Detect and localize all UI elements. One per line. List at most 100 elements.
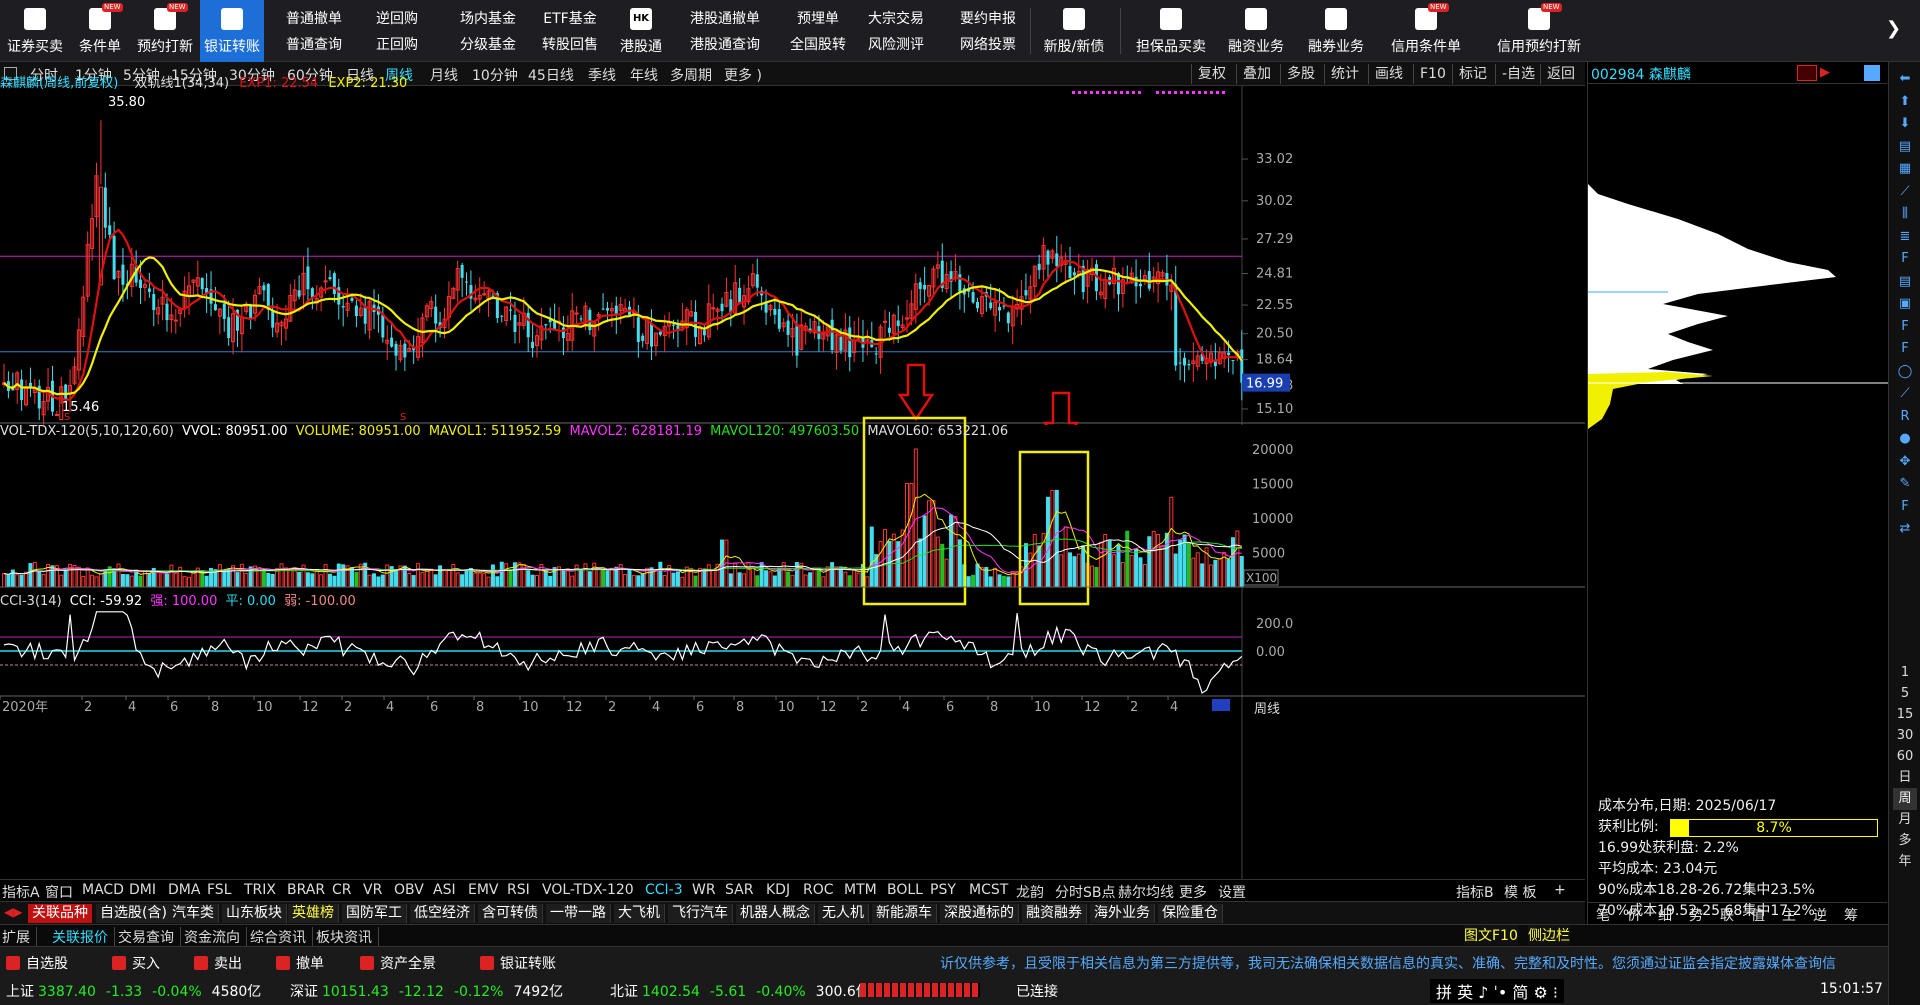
toolbar-link[interactable]: 港股通查询 xyxy=(670,32,780,58)
forward-icon[interactable]: ⬆ xyxy=(1893,91,1917,113)
side-period-button[interactable]: 年 xyxy=(1893,851,1917,873)
block-tab[interactable]: 国防军工 xyxy=(342,904,407,923)
bank-transfer-button[interactable]: 银证转账 xyxy=(200,0,264,62)
function-tab[interactable]: 资金流向 xyxy=(184,927,247,947)
indicator-tab[interactable]: CR xyxy=(332,882,352,898)
status-action[interactable]: 撤单 xyxy=(276,953,324,973)
block-tab[interactable]: 深股通标的 xyxy=(940,904,1019,923)
indicator-tab[interactable]: BOLL xyxy=(887,882,923,898)
side-period-button[interactable]: 5 xyxy=(1893,683,1917,705)
status-action[interactable]: 买入 xyxy=(112,953,160,973)
collateral-button[interactable]: 担保品买卖 xyxy=(1128,0,1214,62)
clip-icon[interactable]: ▣ xyxy=(1893,293,1917,315)
layout-icon[interactable] xyxy=(1864,65,1880,81)
side-period-button[interactable]: 60 xyxy=(1893,746,1917,768)
list-icon[interactable]: ≣ xyxy=(1893,226,1917,248)
scroll-left-icon[interactable]: ◀▶ xyxy=(4,905,22,919)
toolbar-link[interactable]: 港股通撤单 xyxy=(670,6,780,32)
toolbar-link[interactable]: 逆回购 xyxy=(362,6,432,32)
chart-tool-button[interactable]: 复权 xyxy=(1191,64,1232,84)
chart-tool-button[interactable]: F10 xyxy=(1413,64,1452,84)
side-period-button[interactable]: 30 xyxy=(1893,725,1917,747)
toolbar-link[interactable]: 分级基金 xyxy=(448,32,528,58)
toolbar-link[interactable]: 场内基金 xyxy=(448,6,528,32)
chart-tool-button[interactable]: 多股 xyxy=(1280,64,1321,84)
table-icon[interactable]: ▦ xyxy=(1893,158,1917,180)
function-tab[interactable]: 板块资讯 xyxy=(316,927,379,947)
indicator-tab[interactable]: MCST xyxy=(969,882,1008,898)
indicator-tab[interactable]: 窗口 xyxy=(45,882,73,902)
indicator-tab[interactable]: 赫尔均线 xyxy=(1118,882,1174,902)
right-panel-tab[interactable]: 笔 xyxy=(1596,905,1610,925)
credit-condition-button[interactable]: NEW 信用条件单 xyxy=(1382,0,1470,62)
indicator-tab[interactable]: FSL xyxy=(207,882,232,898)
side-period-button[interactable]: 日 xyxy=(1893,767,1917,789)
right-panel-tab[interactable]: 势 xyxy=(1689,905,1703,925)
chart-tool-button[interactable]: -自选 xyxy=(1495,64,1541,84)
right-panel-tab[interactable]: 细 xyxy=(1658,905,1672,925)
indicator-right-button[interactable]: 指标B xyxy=(1456,882,1494,902)
block-tab[interactable]: 含可转债 xyxy=(478,904,543,923)
chart-tool-button[interactable]: 返回 xyxy=(1540,64,1581,84)
block-tab[interactable]: 大飞机 xyxy=(614,904,665,923)
refresh-icon[interactable]: ▤ xyxy=(1893,136,1917,158)
block-tab[interactable]: 一带一路 xyxy=(546,904,611,923)
bell-icon[interactable]: ● xyxy=(1893,428,1917,450)
toolbar-link[interactable]: 网络投票 xyxy=(948,32,1028,58)
indicator-tab[interactable]: MACD xyxy=(82,882,124,898)
line-chart-icon[interactable]: ⟋ xyxy=(1893,181,1917,203)
right-panel-tab[interactable]: 值 xyxy=(1751,905,1765,925)
toolbar-link[interactable]: 大宗交易 xyxy=(856,6,936,32)
toolbar-link[interactable]: 全国股转 xyxy=(782,32,854,58)
toolbar-link[interactable]: ETF基金 xyxy=(535,6,605,32)
bar-chart-icon[interactable]: ⫼ xyxy=(1893,203,1917,225)
margin-financing-button[interactable]: 融资业务 xyxy=(1218,0,1294,62)
period-tab[interactable]: 月线 xyxy=(430,65,458,85)
move-icon[interactable]: ✥ xyxy=(1893,451,1917,473)
right-panel-tab[interactable]: 主 xyxy=(1782,905,1796,925)
block-tab[interactable]: 无人机 xyxy=(818,904,869,923)
indicator-tab[interactable]: RSI xyxy=(507,882,530,898)
period-tab[interactable]: 年线 xyxy=(630,65,658,85)
news-icon[interactable]: ▤ xyxy=(1893,271,1917,293)
search-icon[interactable]: ◯ xyxy=(1893,361,1917,383)
ime-toolbar[interactable]: 拼 英 ♪ ˈ• 简 ⚙ ⁝ xyxy=(1430,979,1564,1003)
indicator-tab[interactable]: 分时SB点 xyxy=(1055,882,1116,902)
side-period-button[interactable]: 15 xyxy=(1893,704,1917,726)
function-tab[interactable]: 交易查询 xyxy=(118,927,181,947)
block-tab[interactable]: 飞行汽车 xyxy=(668,904,733,923)
chart-tool-button[interactable]: 画线 xyxy=(1368,64,1409,84)
condition-order-button[interactable]: NEW 条件单 xyxy=(70,0,130,62)
block-tab[interactable]: 山东板块 xyxy=(222,904,287,923)
indicator-tab[interactable]: EMV xyxy=(468,882,499,898)
tuwen-f10-button[interactable]: 图文F10 xyxy=(1464,925,1518,945)
toolbar-link[interactable]: 预埋单 xyxy=(782,6,854,32)
block-tab[interactable]: 汽车类 xyxy=(168,904,219,923)
f5-icon[interactable]: F xyxy=(1893,496,1917,518)
toolbar-link[interactable]: 转股回售 xyxy=(535,32,605,58)
block-tab[interactable]: 低空经济 xyxy=(410,904,475,923)
pen-icon[interactable]: ✎ xyxy=(1893,473,1917,495)
status-action[interactable]: 银证转账 xyxy=(480,953,556,973)
block-tab[interactable]: 新能源车 xyxy=(872,904,937,923)
right-panel-tab[interactable]: 价 xyxy=(1627,905,1641,925)
block-tab[interactable]: 自选股(含) xyxy=(96,904,172,923)
chart-icon[interactable]: ⟋ xyxy=(1893,383,1917,405)
indicator-tab[interactable]: OBV xyxy=(394,882,424,898)
down-icon[interactable]: ⬇ xyxy=(1893,113,1917,135)
indicator-tab[interactable]: SAR xyxy=(725,882,753,898)
f10-icon[interactable]: F xyxy=(1893,248,1917,270)
new-stock-button[interactable]: 新股/新债 xyxy=(1036,0,1112,62)
function-tab[interactable]: 综合资讯 xyxy=(250,927,313,947)
chart-tool-button[interactable]: 统计 xyxy=(1324,64,1365,84)
block-tab[interactable]: 融资融券 xyxy=(1022,904,1087,923)
right-panel-tab[interactable]: 逆 xyxy=(1813,905,1827,925)
toolbar-link[interactable]: 普通撤单 xyxy=(278,6,350,32)
side-period-button[interactable]: 1 xyxy=(1893,662,1917,684)
chart-tool-button[interactable]: 标记 xyxy=(1452,64,1493,84)
side-period-button[interactable]: 周 xyxy=(1893,788,1917,810)
block-tab[interactable]: 保险重仓 xyxy=(1158,904,1223,923)
status-action[interactable]: 资产全景 xyxy=(360,953,436,973)
period-tab[interactable]: 多周期 xyxy=(670,65,712,85)
period-tab[interactable]: 更多 ) xyxy=(724,65,762,85)
